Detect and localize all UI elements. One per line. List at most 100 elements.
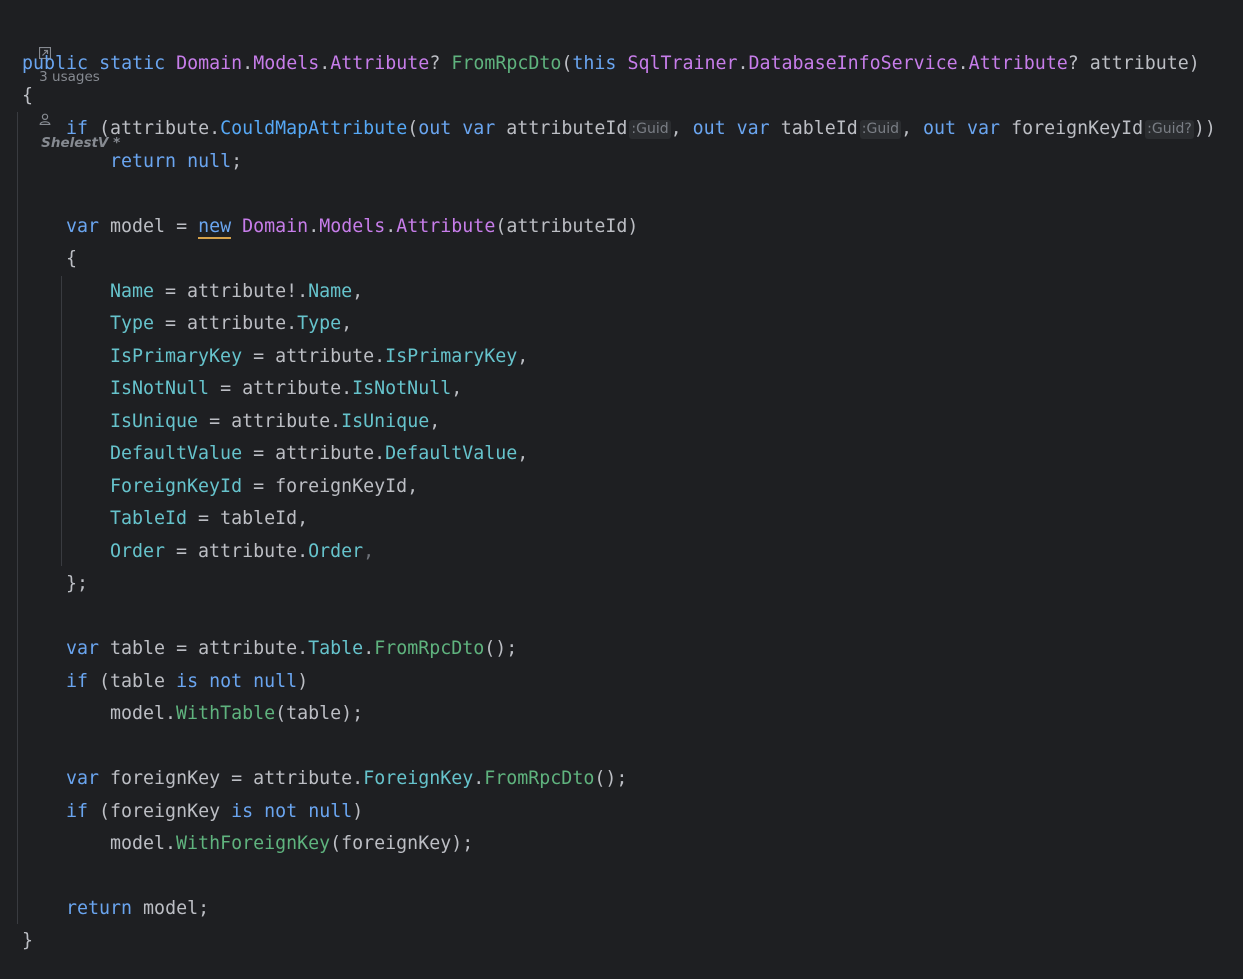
keyword-new: new <box>198 216 232 239</box>
code-line-return[interactable]: return null; <box>110 150 242 174</box>
code-text: (foreignKey <box>88 801 232 822</box>
property: IsUnique <box>341 411 430 432</box>
punct: , <box>363 541 375 562</box>
method-call: WithTable <box>176 703 276 724</box>
code-line-if[interactable]: if (foreignKey is not null) <box>66 800 363 824</box>
param-text: ? attribute) <box>1067 53 1200 74</box>
punct: , <box>670 118 693 139</box>
code-text: model. <box>110 703 177 724</box>
code-editor[interactable]: 3 usages ShelestV * public static Domain… <box>0 0 1243 979</box>
code-text: = attribute. <box>209 378 353 399</box>
code-text: (table <box>88 671 177 692</box>
punct: ? <box>429 53 452 74</box>
code-line-new-model[interactable]: var model = new Domain.Models.Attribute(… <box>66 215 638 239</box>
code-line[interactable]: { <box>22 84 33 108</box>
punct: ) <box>352 801 364 822</box>
punct <box>616 53 627 74</box>
code-text: (attribute. <box>88 118 221 139</box>
keyword: public <box>22 53 89 74</box>
punct: . <box>242 53 254 74</box>
code-line[interactable]: { <box>66 247 77 271</box>
code-vision-bar: 3 usages ShelestV * <box>22 22 120 151</box>
code-line-assign[interactable]: IsPrimaryKey = attribute.IsPrimaryKey, <box>110 345 528 369</box>
punct: , <box>341 313 353 334</box>
code-line-signature[interactable]: public static Domain.Models.Attribute? F… <box>22 52 1200 76</box>
keyword: if <box>66 801 89 822</box>
punct <box>231 216 242 237</box>
punct: , <box>900 118 923 139</box>
code-line-assign[interactable]: TableId = tableId, <box>110 507 308 531</box>
punct: . <box>363 638 375 659</box>
keyword: var <box>736 118 770 139</box>
code-line-if[interactable]: if (table is not null) <box>66 670 308 694</box>
property: IsNotNull <box>352 378 452 399</box>
punct: ; <box>231 151 243 172</box>
identifier: tableId <box>769 118 858 139</box>
code-line-table[interactable]: var table = attribute.Table.FromRpcDto()… <box>66 637 517 661</box>
code-line-call[interactable]: model.WithTable(table); <box>110 702 363 726</box>
property: Order <box>308 541 364 562</box>
code-line-assign[interactable]: Name = attribute!.Name, <box>110 280 363 304</box>
property: DefaultValue <box>385 443 518 464</box>
indent-guide <box>61 276 62 566</box>
brace: { <box>22 85 34 106</box>
type-name: Attribute <box>968 53 1068 74</box>
punct: )) <box>1193 118 1216 139</box>
property: IsNotNull <box>110 378 210 399</box>
method-name: FromRpcDto <box>451 53 562 74</box>
brace: } <box>22 930 34 951</box>
code-text: = foreignKeyId <box>242 476 408 497</box>
method-call: WithForeignKey <box>176 833 331 854</box>
keyword: return <box>110 151 177 172</box>
code-line[interactable]: } <box>22 929 33 953</box>
property: Order <box>110 541 166 562</box>
punct: ( <box>561 53 573 74</box>
namespace: DatabaseInfoService <box>748 53 958 74</box>
property: IsPrimaryKey <box>385 346 518 367</box>
property: Type <box>297 313 342 334</box>
code-line-assign[interactable]: IsNotNull = attribute.IsNotNull, <box>110 377 462 401</box>
person-icon <box>39 110 51 132</box>
method-call: FromRpcDto <box>484 768 595 789</box>
property: Type <box>110 313 155 334</box>
punct: (foreignKey); <box>330 833 474 854</box>
code-text: = attribute. <box>165 541 309 562</box>
code-line-call[interactable]: model.WithForeignKey(foreignKey); <box>110 832 473 856</box>
keyword: out <box>692 118 726 139</box>
code-line-return[interactable]: return model; <box>66 897 209 921</box>
keyword: out <box>922 118 957 139</box>
keyword: return <box>66 898 133 919</box>
code-text: model = <box>99 216 199 237</box>
code-line-foreign-key[interactable]: var foreignKey = attribute.ForeignKey.Fr… <box>66 767 627 791</box>
punct: (); <box>484 638 518 659</box>
code-text: (attributeId) <box>495 216 639 237</box>
punct: , <box>517 346 529 367</box>
property: ForeignKey <box>363 768 474 789</box>
code-text: model; <box>132 898 210 919</box>
keyword: null <box>187 151 232 172</box>
keyword: not <box>209 671 243 692</box>
code-text: table = attribute. <box>99 638 309 659</box>
code-line-if[interactable]: if (attribute.CouldMapAttribute(out var … <box>66 117 1216 141</box>
keyword: var <box>967 118 1001 139</box>
code-line-assign[interactable]: DefaultValue = attribute.DefaultValue, <box>110 442 528 466</box>
identifier: attributeId <box>495 118 628 139</box>
code-text: foreignKey = attribute. <box>99 768 364 789</box>
property: Table <box>308 638 364 659</box>
code-line-assign[interactable]: Order = attribute.Order, <box>110 540 374 564</box>
punct: . <box>957 53 969 74</box>
punct: , <box>297 508 309 529</box>
code-line[interactable]: }; <box>66 572 88 596</box>
keyword: if <box>66 118 89 139</box>
punct: . <box>308 216 320 237</box>
method-call: CouldMapAttribute <box>220 118 408 139</box>
keyword: var <box>462 118 496 139</box>
keyword: null <box>253 671 298 692</box>
code-line-assign[interactable]: Type = attribute.Type, <box>110 312 352 336</box>
punct: , <box>451 378 463 399</box>
code-line-assign[interactable]: IsUnique = attribute.IsUnique, <box>110 410 440 434</box>
code-text: = attribute. <box>242 443 386 464</box>
code-line-assign[interactable]: ForeignKeyId = foreignKeyId, <box>110 475 418 499</box>
punct: . <box>385 216 397 237</box>
indent-guide <box>17 112 18 924</box>
